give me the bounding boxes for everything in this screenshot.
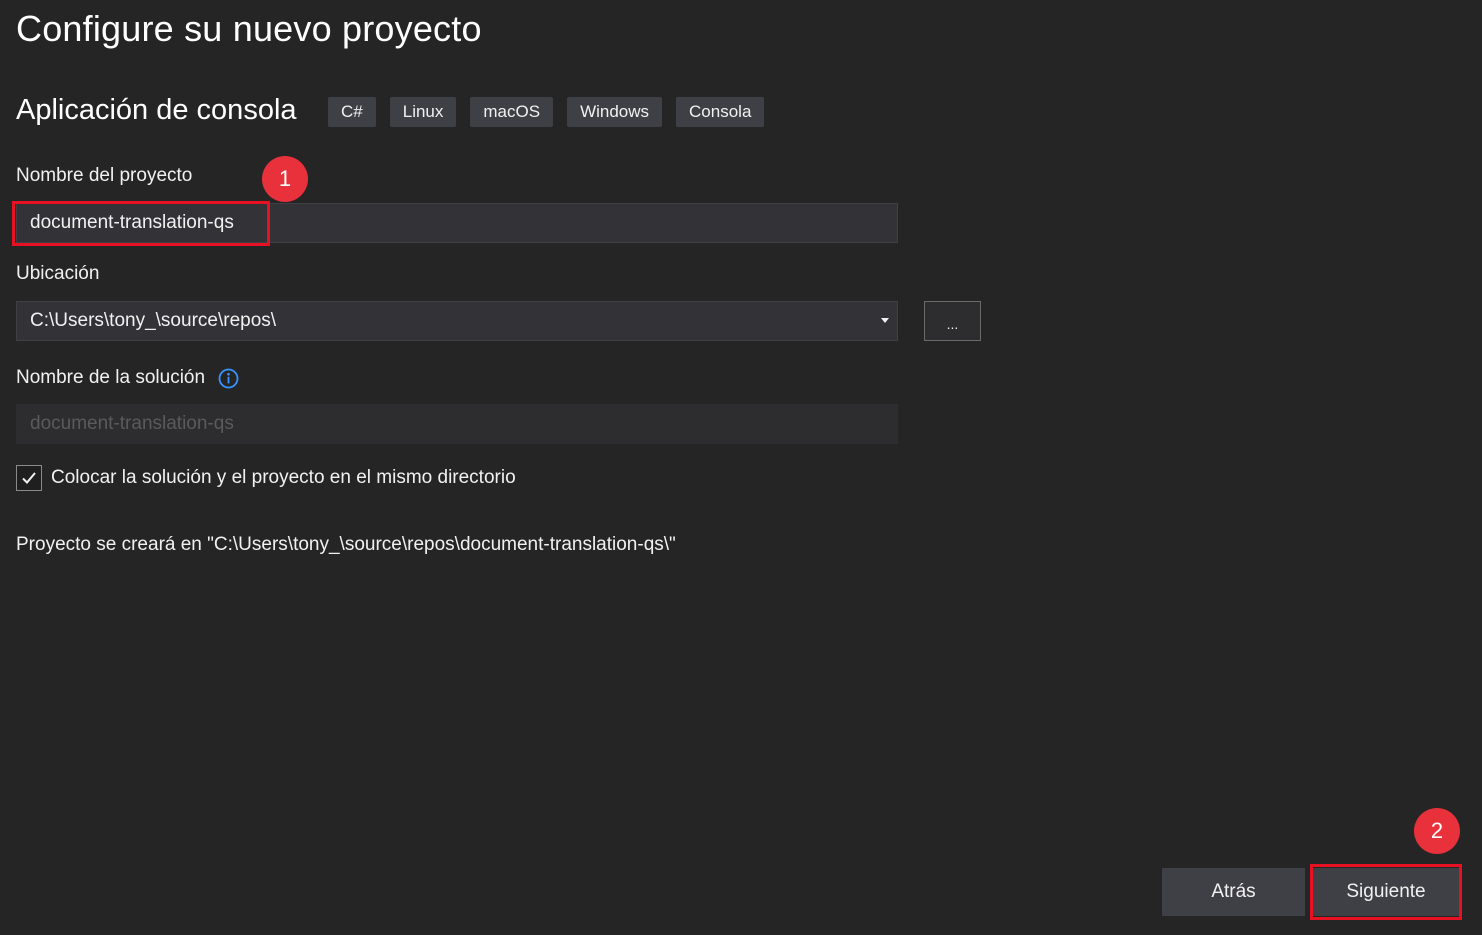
location-label: Ubicación [16,263,100,284]
template-name: Aplicación de consola [16,94,297,126]
project-name-label: Nombre del proyecto [16,165,193,186]
info-icon[interactable] [218,368,239,389]
tag-csharp: C# [328,97,376,127]
project-path-summary: Proyecto se creará en "C:\Users\tony_\so… [16,534,676,555]
solution-name-input: document-translation-qs [16,404,898,444]
callout-2: 2 [1414,808,1460,854]
project-name-input[interactable]: document-translation-qs [16,203,898,243]
tag-linux: Linux [389,97,457,127]
tag-console: Consola [676,97,765,127]
template-tags: C# Linux macOS Windows Consola [328,97,765,127]
solution-name-placeholder: document-translation-qs [30,413,234,434]
back-button[interactable]: Atrás [1162,868,1305,916]
solution-name-label: Nombre de la solución [16,367,206,388]
checkmark-icon [22,472,36,484]
tag-macos: macOS [470,97,554,127]
callout-1: 1 [262,156,308,202]
project-name-value: document-translation-qs [30,212,234,233]
next-button[interactable]: Siguiente [1313,868,1459,916]
chevron-down-icon[interactable] [881,318,889,323]
same-directory-label[interactable]: Colocar la solución y el proyecto en el … [51,467,516,489]
browse-button[interactable]: ... [924,301,981,341]
tag-windows: Windows [567,97,663,127]
page-title: Configure su nuevo proyecto [16,8,482,49]
same-directory-checkbox[interactable] [16,465,42,491]
location-dropdown[interactable]: C:\Users\tony_\source\repos\ [16,301,898,341]
location-value: C:\Users\tony_\source\repos\ [30,310,277,331]
